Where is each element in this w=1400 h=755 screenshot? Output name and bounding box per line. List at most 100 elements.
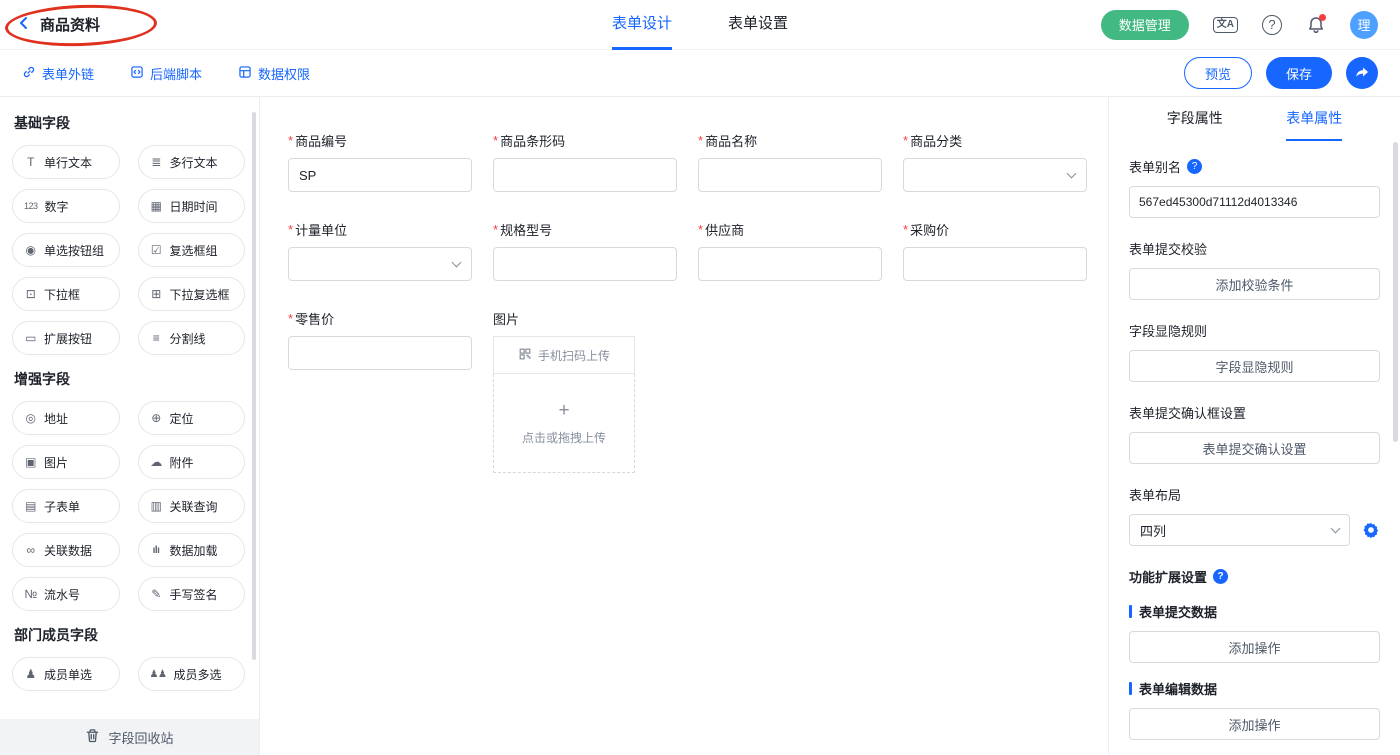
help-icon[interactable]: ? bbox=[1187, 159, 1202, 174]
gear-icon[interactable] bbox=[1362, 521, 1380, 539]
field-type-sub-form[interactable]: ▤子表单 bbox=[12, 489, 120, 523]
preview-button[interactable]: 预览 bbox=[1184, 57, 1252, 89]
add-validation-button[interactable]: 添加校验条件 bbox=[1129, 268, 1380, 300]
field-product-category[interactable]: 商品分类 bbox=[903, 131, 1087, 192]
upload-dropzone[interactable]: + 点击或拖拽上传 bbox=[493, 374, 635, 473]
link-icon bbox=[22, 65, 36, 82]
field-type-data-load[interactable]: ılı数据加载 bbox=[138, 533, 246, 567]
field-type-number[interactable]: 123数字 bbox=[12, 189, 120, 223]
relation-data-icon: ∞ bbox=[24, 543, 37, 557]
field-type-user-multi[interactable]: ♟♟成员多选 bbox=[138, 657, 246, 691]
image-icon: ▣ bbox=[24, 455, 37, 469]
field-type-user-single[interactable]: ♟成员单选 bbox=[12, 657, 120, 691]
add-action-edit-button[interactable]: 添加操作 bbox=[1129, 708, 1380, 740]
dropdown-icon: ⊡ bbox=[24, 287, 37, 301]
save-button[interactable]: 保存 bbox=[1266, 57, 1332, 89]
notification-bell-icon[interactable] bbox=[1306, 15, 1326, 35]
select-input[interactable] bbox=[903, 158, 1087, 192]
form-external-link[interactable]: 表单外链 bbox=[22, 64, 94, 83]
form-alias-input[interactable] bbox=[1129, 186, 1380, 218]
field-library-sidebar: 基础字段 T单行文本 ≣多行文本 123数字 ▦日期时间 ◉单选按钮组 ☑复选框… bbox=[0, 97, 260, 755]
notification-dot bbox=[1319, 14, 1326, 21]
text-input[interactable] bbox=[493, 158, 677, 192]
divider-icon: ≡ bbox=[150, 331, 163, 345]
field-type-single-line-text[interactable]: T单行文本 bbox=[12, 145, 120, 179]
subform-icon: ▤ bbox=[24, 499, 37, 513]
field-type-radio-group[interactable]: ◉单选按钮组 bbox=[12, 233, 120, 267]
users-icon: ♟♟ bbox=[150, 669, 167, 680]
text-input[interactable] bbox=[903, 247, 1087, 281]
scan-upload-button[interactable]: 手机扫码上传 bbox=[493, 336, 635, 374]
select-input[interactable] bbox=[288, 247, 472, 281]
chevron-down-icon bbox=[1331, 523, 1341, 533]
text-input[interactable] bbox=[288, 158, 472, 192]
field-type-multi-select[interactable]: ⊞下拉复选框 bbox=[138, 277, 246, 311]
field-supplier[interactable]: 供应商 bbox=[698, 220, 882, 281]
form-canvas[interactable]: 商品编号 商品条形码 商品名称 商品分类 计量单位 规格型号 bbox=[261, 97, 1108, 755]
field-retail-price[interactable]: 零售价 bbox=[288, 309, 472, 370]
required-mark bbox=[288, 222, 293, 237]
field-type-divider[interactable]: ≡分割线 bbox=[138, 321, 246, 355]
back-button[interactable] bbox=[16, 15, 32, 34]
avatar[interactable]: 理 bbox=[1350, 11, 1378, 39]
field-spec[interactable]: 规格型号 bbox=[493, 220, 677, 281]
calendar-icon: ▦ bbox=[150, 199, 163, 213]
qr-code-icon bbox=[518, 347, 532, 364]
field-visibility-rule-button[interactable]: 字段显隐规则 bbox=[1129, 350, 1380, 382]
translate-icon[interactable]: 文A bbox=[1213, 17, 1238, 33]
text-input[interactable] bbox=[698, 158, 882, 192]
tab-form-properties[interactable]: 表单属性 bbox=[1286, 97, 1342, 141]
field-product-name[interactable]: 商品名称 bbox=[698, 131, 882, 192]
field-recycle-bin[interactable]: 字段回收站 bbox=[0, 719, 259, 755]
backend-script-link[interactable]: 后端脚本 bbox=[130, 64, 202, 83]
field-barcode[interactable]: 商品条形码 bbox=[493, 131, 677, 192]
field-type-datetime[interactable]: ▦日期时间 bbox=[138, 189, 246, 223]
attachment-icon: ☁ bbox=[150, 455, 163, 469]
field-unit[interactable]: 计量单位 bbox=[288, 220, 472, 281]
panel-scrollbar[interactable] bbox=[1393, 142, 1398, 442]
text-input[interactable] bbox=[493, 247, 677, 281]
tab-form-design[interactable]: 表单设计 bbox=[612, 0, 672, 50]
field-type-serial-number[interactable]: №流水号 bbox=[12, 577, 120, 611]
section-title: 增强字段 bbox=[14, 369, 245, 389]
field-type-select[interactable]: ⊡下拉框 bbox=[12, 277, 120, 311]
location-icon: ⊕ bbox=[150, 411, 163, 425]
submit-confirm-setting-button[interactable]: 表单提交确认设置 bbox=[1129, 432, 1380, 464]
permission-icon bbox=[238, 65, 252, 82]
field-type-signature[interactable]: ✎手写签名 bbox=[138, 577, 246, 611]
serial-icon: № bbox=[24, 587, 37, 601]
address-icon: ◎ bbox=[24, 411, 37, 425]
plus-icon: + bbox=[558, 401, 569, 420]
data-manage-button[interactable]: 数据管理 bbox=[1101, 10, 1189, 40]
field-type-checkbox-group[interactable]: ☑复选框组 bbox=[138, 233, 246, 267]
add-action-submit-button[interactable]: 添加操作 bbox=[1129, 631, 1380, 663]
trash-icon bbox=[85, 728, 100, 746]
help-icon[interactable]: ? bbox=[1262, 15, 1282, 35]
field-type-image[interactable]: ▣图片 bbox=[12, 445, 120, 479]
text-input[interactable] bbox=[698, 247, 882, 281]
section-title: 部门成员字段 bbox=[14, 625, 245, 645]
subsection-title: 表单编辑数据 bbox=[1129, 679, 1380, 698]
subsection-title: 表单提交数据 bbox=[1129, 602, 1380, 621]
tab-form-settings[interactable]: 表单设置 bbox=[728, 0, 788, 50]
field-type-address[interactable]: ◎地址 bbox=[12, 401, 120, 435]
properties-panel: 字段属性 表单属性 表单别名? 表单提交校验 添加校验条件 字段显隐规则 字段显… bbox=[1108, 97, 1400, 755]
data-permission-link[interactable]: 数据权限 bbox=[238, 64, 310, 83]
share-button[interactable] bbox=[1346, 57, 1378, 89]
field-product-code[interactable]: 商品编号 bbox=[288, 131, 472, 192]
field-type-extend-button[interactable]: ▭扩展按钮 bbox=[12, 321, 120, 355]
field-type-relation-data[interactable]: ∞关联数据 bbox=[12, 533, 120, 567]
field-type-relation-query[interactable]: ▥关联查询 bbox=[138, 489, 246, 523]
field-type-attachment[interactable]: ☁附件 bbox=[138, 445, 246, 479]
help-icon[interactable]: ? bbox=[1213, 569, 1228, 584]
sidebar-scrollbar[interactable] bbox=[252, 112, 256, 660]
tab-field-properties[interactable]: 字段属性 bbox=[1167, 97, 1223, 141]
required-mark bbox=[903, 133, 908, 148]
field-type-geolocation[interactable]: ⊕定位 bbox=[138, 401, 246, 435]
field-type-multi-line-text[interactable]: ≣多行文本 bbox=[138, 145, 246, 179]
field-image-upload[interactable]: 图片 手机扫码上传 + 点击或拖拽上传 bbox=[493, 309, 677, 473]
text-input[interactable] bbox=[288, 336, 472, 370]
required-mark bbox=[493, 222, 498, 237]
field-purchase-price[interactable]: 采购价 bbox=[903, 220, 1087, 281]
form-layout-select[interactable]: 四列 bbox=[1129, 514, 1350, 546]
